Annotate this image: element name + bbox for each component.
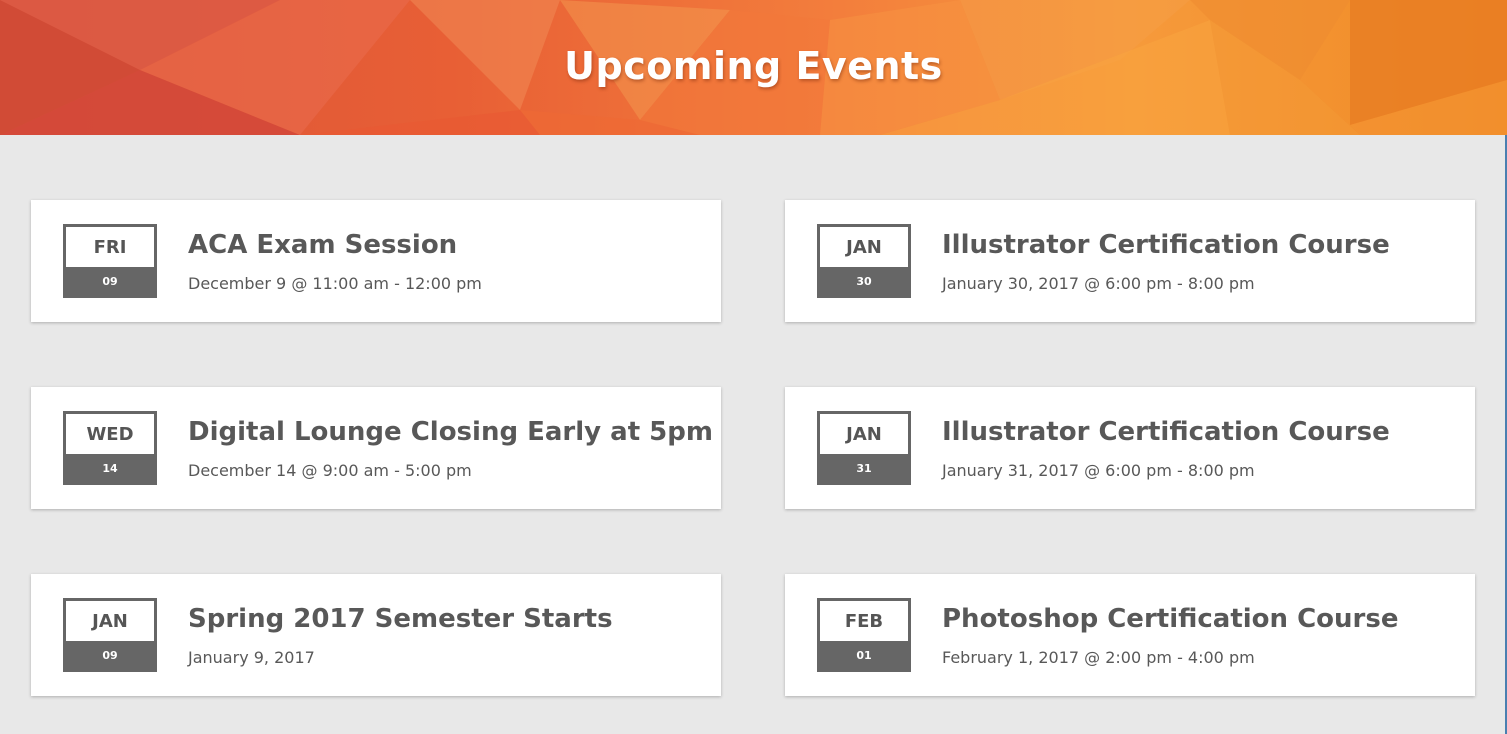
calendar-badge: JAN 31 (817, 411, 911, 485)
event-title-link[interactable]: ACA Exam Session (188, 230, 457, 260)
calendar-date-number: 09 (66, 641, 154, 672)
event-card[interactable]: FEB 01 Photoshop Certification Course Fe… (785, 574, 1475, 696)
event-title-link[interactable]: Photoshop Certification Course (942, 604, 1399, 634)
calendar-day-label: FEB (844, 611, 884, 632)
event-time: January 30, 2017 @ 6:00 pm - 8:00 pm (942, 274, 1255, 293)
calendar-day-label: JAN (846, 237, 882, 258)
event-card[interactable]: JAN 09 Spring 2017 Semester Starts Janua… (31, 574, 721, 696)
event-title-link[interactable]: Illustrator Certification Course (942, 417, 1390, 447)
calendar-day-label: FRI (93, 237, 127, 258)
event-time: January 31, 2017 @ 6:00 pm - 8:00 pm (942, 461, 1255, 480)
calendar-badge: WED 14 (63, 411, 157, 485)
calendar-date-number: 09 (66, 267, 154, 298)
event-title-link[interactable]: Spring 2017 Semester Starts (188, 604, 613, 634)
event-time: February 1, 2017 @ 2:00 pm - 4:00 pm (942, 648, 1255, 667)
calendar-badge: FRI 09 (63, 224, 157, 298)
header-banner: Upcoming Events (0, 0, 1507, 135)
calendar-badge: JAN 09 (63, 598, 157, 672)
calendar-date-number: 30 (820, 267, 908, 298)
calendar-day-label: JAN (846, 424, 882, 445)
event-time: December 9 @ 11:00 am - 12:00 pm (188, 274, 482, 293)
page-title: Upcoming Events (564, 44, 943, 88)
event-title-link[interactable]: Digital Lounge Closing Early at 5pm (188, 417, 713, 447)
calendar-day-label: WED (86, 424, 134, 445)
calendar-date-number: 31 (820, 454, 908, 485)
event-card[interactable]: JAN 31 Illustrator Certification Course … (785, 387, 1475, 509)
event-card[interactable]: FRI 09 ACA Exam Session December 9 @ 11:… (31, 200, 721, 322)
calendar-date-number: 01 (820, 641, 908, 672)
event-time: December 14 @ 9:00 am - 5:00 pm (188, 461, 472, 480)
calendar-badge: JAN 30 (817, 224, 911, 298)
calendar-date-number: 14 (66, 454, 154, 485)
event-time: January 9, 2017 (188, 648, 315, 667)
event-card[interactable]: WED 14 Digital Lounge Closing Early at 5… (31, 387, 721, 509)
event-card[interactable]: JAN 30 Illustrator Certification Course … (785, 200, 1475, 322)
calendar-day-label: JAN (92, 611, 128, 632)
event-title-link[interactable]: Illustrator Certification Course (942, 230, 1390, 260)
calendar-badge: FEB 01 (817, 598, 911, 672)
